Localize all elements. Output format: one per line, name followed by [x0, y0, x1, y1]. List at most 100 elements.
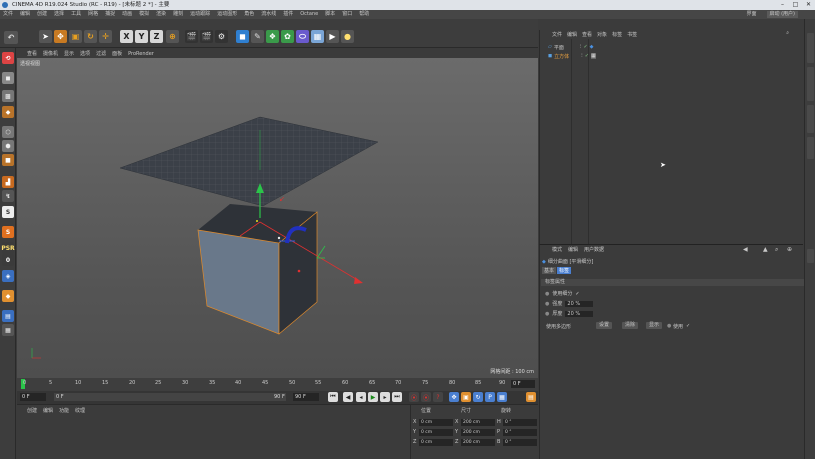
select-arrow-icon[interactable]: ➤ [39, 30, 52, 43]
render-view-icon[interactable]: 🎬 [185, 30, 198, 43]
undo-icon[interactable]: ↶ [4, 31, 18, 44]
maximize-button[interactable]: □ [789, 0, 802, 10]
viewport-menu-panel[interactable]: 面板 [112, 50, 122, 57]
minimize-button[interactable]: – [776, 0, 789, 10]
axis-x-button[interactable]: X [120, 30, 133, 43]
thickness-field[interactable]: 20 % [565, 310, 594, 317]
object-menu-object[interactable]: 对象 [597, 31, 607, 38]
anim-dot-icon[interactable]: ● [545, 311, 549, 317]
object-name[interactable]: 平面 [554, 44, 564, 51]
up-arrow-icon[interactable]: ▲ [763, 246, 768, 253]
key-param-icon[interactable]: P [485, 392, 495, 402]
end-frame-field[interactable]: 90 F [293, 393, 319, 401]
anim-dot-icon[interactable]: ● [545, 301, 549, 307]
rotate-icon[interactable]: ↻ [84, 30, 97, 43]
paint-icon[interactable]: ◆ [2, 290, 14, 302]
last-tool-icon[interactable]: ✛ [99, 30, 112, 43]
anim-dot-icon[interactable]: ● [667, 323, 671, 329]
key-position-icon[interactable]: ✥ [449, 392, 459, 402]
material-menu-create[interactable]: 创建 [27, 407, 37, 414]
texture-mode-icon[interactable]: ▩ [2, 90, 14, 102]
search-icon[interactable]: ⌕ [786, 30, 789, 36]
key-scale-icon[interactable]: ▣ [461, 392, 471, 402]
coord-system-icon[interactable]: ⊕ [166, 30, 179, 43]
workplane-icon[interactable]: ◆ [2, 106, 14, 118]
menu-script[interactable]: 脚本 [325, 10, 335, 19]
move-icon[interactable]: ✥ [54, 30, 67, 43]
attr-menu-mode[interactable]: 模式 [552, 246, 562, 253]
dock-tab-objects[interactable] [807, 33, 814, 63]
scale-icon[interactable]: ▣ [69, 30, 82, 43]
object-menu-tags[interactable]: 标签 [612, 31, 622, 38]
record-key-icon[interactable]: ⦿ [409, 392, 419, 402]
edges-mode-icon[interactable]: ⬢ [2, 140, 14, 152]
anim-dot-icon[interactable]: ● [545, 291, 549, 297]
menu-character[interactable]: 角色 [244, 10, 254, 19]
go-end-icon[interactable]: ⏭ [392, 392, 402, 402]
object-manager[interactable]: 文件 编辑 查看 对象 标签 书签 ⌕ ▱ 平面 ⁝ ✓ ◆ ◼ 立方体 ⁝ ✓… [539, 30, 803, 244]
lock-workplane-icon[interactable]: ◈ [2, 270, 14, 282]
polygons-mode-icon[interactable]: ■ [2, 154, 14, 166]
tab-tag[interactable]: 标签 [557, 267, 572, 274]
menu-edit[interactable]: 编辑 [20, 10, 30, 19]
cube-object-icon[interactable]: ◼ [236, 30, 249, 43]
dock-tab-attributes[interactable] [807, 249, 814, 263]
current-frame-field[interactable]: 0 F [511, 380, 535, 388]
axis-mode-icon[interactable]: ▟ [2, 176, 14, 188]
menu-octane[interactable]: Octane [300, 10, 318, 19]
material-menu-texture[interactable]: 纹理 [75, 407, 85, 414]
position-x-field[interactable]: 0 cm [419, 418, 453, 426]
rotation-h-field[interactable]: 0 ° [503, 418, 537, 426]
search-icon[interactable]: ⌕ [775, 246, 778, 254]
clear-button[interactable]: 清除 [622, 322, 639, 329]
rotation-p-field[interactable]: 0 ° [503, 428, 537, 436]
menu-mograph[interactable]: 运动图形 [217, 10, 237, 19]
viewport-menu-display[interactable]: 显示 [64, 50, 74, 57]
make-editable-icon[interactable]: ⟲ [2, 52, 14, 64]
key-rotation-icon[interactable]: ↻ [473, 392, 483, 402]
cube-front-face[interactable] [197, 229, 280, 335]
grid-icon[interactable]: ▦ [2, 324, 14, 336]
next-frame-icon[interactable]: ▸ [380, 392, 390, 402]
render-picture-viewer-icon[interactable]: 🎬 [200, 30, 213, 43]
visibility-icon[interactable]: ⁝ [581, 53, 583, 59]
axis-z-button[interactable]: Z [150, 30, 163, 43]
subdivision-icon[interactable]: ❖ [266, 30, 279, 43]
use-checkbox[interactable]: ✓ [686, 323, 690, 329]
size-x-field[interactable]: 200 cm [461, 418, 495, 426]
menu-window[interactable]: 窗口 [342, 10, 352, 19]
tweak-mode-icon[interactable]: ↯ [2, 190, 14, 202]
perspective-viewport[interactable]: 透视视图 ↙ 网格间距 : 100 cm [17, 58, 538, 378]
strength-field[interactable]: 20 % [565, 300, 594, 307]
show-button[interactable]: 显示 [646, 322, 663, 329]
viewport-menu-options[interactable]: 选项 [80, 50, 90, 57]
position-z-field[interactable]: 0 cm [419, 438, 453, 446]
menu-plugins[interactable]: 插件 [283, 10, 293, 19]
light-icon[interactable]: ● [341, 30, 354, 43]
menu-render[interactable]: 渲染 [156, 10, 166, 19]
prev-frame-icon[interactable]: ◂ [356, 392, 366, 402]
keyframe-selection-icon[interactable]: ? [433, 392, 443, 402]
set-button[interactable]: 设置 [596, 322, 613, 329]
object-menu-edit[interactable]: 编辑 [567, 31, 577, 38]
material-menu-function[interactable]: 功能 [59, 407, 69, 414]
array-icon[interactable]: ✿ [281, 30, 294, 43]
position-y-field[interactable]: 0 cm [419, 428, 453, 436]
workplane-align-icon[interactable]: ▤ [2, 310, 14, 322]
object-menu-file[interactable]: 文件 [552, 31, 562, 38]
menu-snap[interactable]: 捕捉 [105, 10, 115, 19]
viewport-menu-prorender[interactable]: ProRender [128, 51, 154, 57]
menu-create[interactable]: 创建 [37, 10, 47, 19]
menu-tools[interactable]: 工具 [71, 10, 81, 19]
deformer-icon[interactable]: ⬭ [296, 30, 309, 43]
play-icon[interactable]: ▶ [368, 392, 378, 402]
menu-select[interactable]: 选择 [54, 10, 64, 19]
axis-y-button[interactable]: Y [135, 30, 148, 43]
timeline-window-icon[interactable]: ▤ [526, 392, 536, 402]
menu-simulate[interactable]: 模拟 [139, 10, 149, 19]
size-y-field[interactable]: 200 cm [461, 428, 495, 436]
dock-tab-content-browser[interactable] [807, 67, 814, 101]
object-name[interactable]: 立方体 [554, 53, 569, 60]
menu-mesh[interactable]: 网格 [88, 10, 98, 19]
material-menu-edit[interactable]: 编辑 [43, 407, 53, 414]
